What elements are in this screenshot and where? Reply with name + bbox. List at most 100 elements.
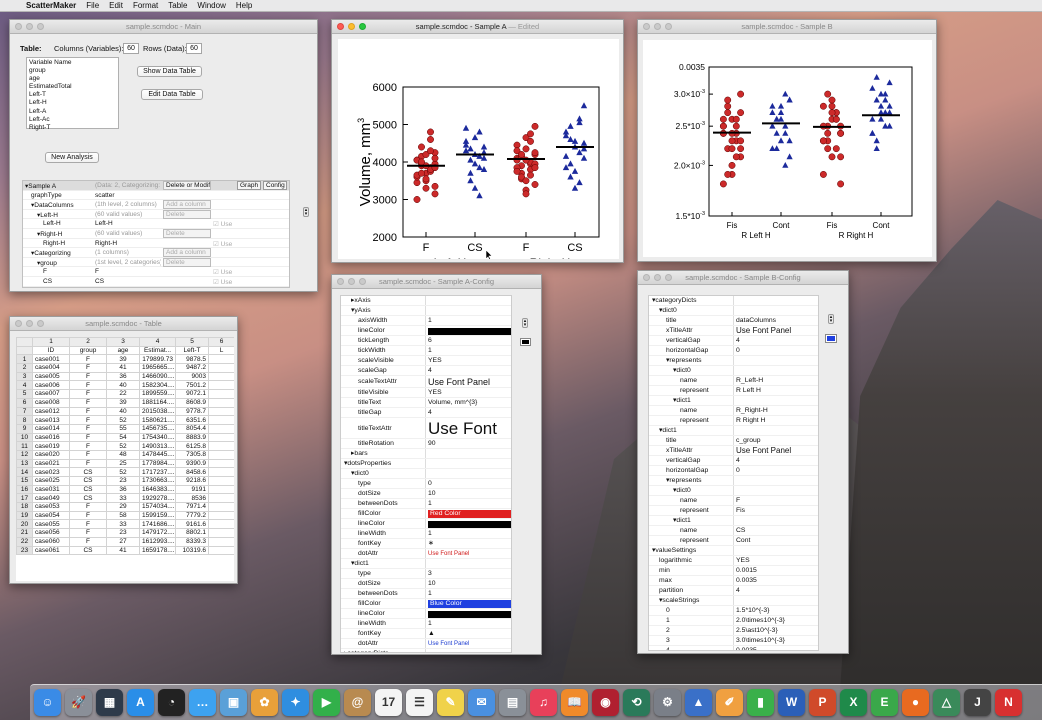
keynote-icon[interactable]: ▲ <box>685 689 712 716</box>
config-value[interactable]: Fis <box>736 506 818 516</box>
graph-button[interactable]: Graph <box>237 181 261 190</box>
excel-icon[interactable]: X <box>840 689 867 716</box>
table-cell[interactable]: 1478445.... <box>139 449 176 460</box>
table-cell[interactable] <box>208 380 234 391</box>
config-row[interactable]: name R_Left-H <box>649 376 818 386</box>
table-cell[interactable]: case053 <box>32 502 70 512</box>
zoom-button[interactable] <box>665 274 672 281</box>
column-header[interactable]: ID <box>32 345 70 356</box>
table-cell[interactable]: 1599159.... <box>139 510 176 521</box>
config-row[interactable]: lineWidth 1 <box>341 529 511 539</box>
table-cell[interactable] <box>208 502 234 512</box>
table-cell[interactable]: case001 <box>32 354 70 365</box>
preview-icon[interactable]: ▣ <box>220 689 247 716</box>
table-row[interactable]: 11 case019 F 52 1490313.... 6125.8 <box>16 441 234 451</box>
itunes-icon[interactable]: ♫ <box>530 689 557 716</box>
config-row[interactable]: ▸bars <box>341 449 511 459</box>
column-number[interactable]: 1 <box>32 337 70 347</box>
close-button[interactable] <box>643 23 650 30</box>
tree-action-button[interactable]: Add a column <box>163 200 211 210</box>
config-value[interactable]: 3.0\times10^{-3} <box>736 636 818 646</box>
tree-action-button[interactable]: Delete <box>163 209 211 219</box>
config-value[interactable]: ∗ <box>428 539 511 549</box>
zoom-button[interactable] <box>359 23 366 30</box>
config-value[interactable]: 0.0035 <box>736 576 818 586</box>
config-row[interactable]: horizontalGap 0 <box>649 466 818 476</box>
close-button[interactable] <box>15 23 22 30</box>
app-store-icon[interactable]: A <box>127 689 154 716</box>
config-value[interactable]: R Left H <box>736 386 818 396</box>
table-row[interactable]: 14 case023 CS 52 1717237.... 8458.6 <box>16 467 234 477</box>
table-cell[interactable]: 9161.6 <box>175 519 209 530</box>
table-cell[interactable]: 33 <box>106 493 140 504</box>
table-cell[interactable]: 39 <box>106 397 140 408</box>
config-value[interactable]: YES <box>428 388 511 398</box>
table-cell[interactable] <box>208 371 234 382</box>
mission-control-icon[interactable]: ▦ <box>96 689 123 716</box>
table-cell[interactable] <box>208 397 234 408</box>
table-cell[interactable] <box>208 441 234 451</box>
config-row[interactable]: horizontalGap 0 <box>649 346 818 356</box>
edit-data-table-button[interactable]: Edit Data Table <box>141 89 203 100</box>
table-cell[interactable]: 1646383.... <box>139 484 176 495</box>
table-row[interactable]: 10 case016 F 54 1754340.... 8883.9 <box>16 432 234 443</box>
config-row[interactable]: titleTextAttr Use Font <box>341 418 511 439</box>
table-cell[interactable]: case014 <box>32 423 70 434</box>
variable-list-item[interactable]: Left-H <box>29 99 116 107</box>
config-row[interactable]: ▾represents <box>649 356 818 366</box>
table-cell[interactable]: case061 <box>32 545 70 556</box>
notes-icon[interactable]: ✎ <box>437 689 464 716</box>
minimize-button[interactable] <box>26 23 33 30</box>
config-row[interactable]: type 3 <box>341 569 511 579</box>
table-cell[interactable]: 1456735.... <box>139 423 176 434</box>
new-analysis-button[interactable]: New Analysis <box>45 152 99 163</box>
table-cell[interactable]: case049 <box>32 493 70 504</box>
table-cell[interactable] <box>208 519 234 530</box>
config-row[interactable]: name R_Right-H <box>649 406 818 416</box>
tree-action-button[interactable]: Add a column <box>163 248 211 258</box>
table-cell[interactable]: 1574034.... <box>139 502 176 512</box>
tree-row[interactable]: ▾group (1st level, 2 categories) Delete <box>23 257 289 268</box>
table-row[interactable]: 15 case025 CS 23 1730663.... 9218.6 <box>16 476 234 486</box>
table-row[interactable]: 21 case056 F 23 1479172.... 8802.1 <box>16 528 234 538</box>
table-cell[interactable]: 25 <box>106 458 140 469</box>
table-cell[interactable]: 1580621.... <box>139 415 176 425</box>
config-row[interactable]: titleGap 4 <box>341 408 511 418</box>
table-row[interactable]: 5 case007 F 22 1899559.... 9072.1 <box>16 389 234 399</box>
table-cell[interactable]: F <box>69 502 107 512</box>
config-row[interactable]: dotSize 10 <box>341 579 511 589</box>
config-row[interactable]: title dataColumns <box>649 316 818 326</box>
table-cell[interactable]: 9218.6 <box>175 476 209 486</box>
color-well-black[interactable] <box>520 338 531 346</box>
table-cell[interactable]: 58 <box>106 510 140 521</box>
config-row[interactable]: lineColor <box>341 609 511 619</box>
table-cell[interactable]: case056 <box>32 528 70 538</box>
table-cell[interactable]: CS <box>69 467 107 477</box>
config-row[interactable]: verticalGap 4 <box>649 336 818 346</box>
use-checkbox[interactable]: ☑ Use <box>213 268 237 276</box>
table-cell[interactable]: F <box>69 371 107 382</box>
table-row[interactable]: 20 case055 F 33 1741686.... 9161.6 <box>16 519 234 530</box>
config-button[interactable]: Config <box>263 181 287 190</box>
table-cell[interactable]: 1965665.... <box>139 363 176 373</box>
minimize-button[interactable] <box>654 23 661 30</box>
use-checkbox[interactable]: ☑ Use <box>213 220 237 228</box>
table-cell[interactable]: case025 <box>32 476 70 486</box>
table-row[interactable]: 16 case031 CS 36 1646383.... 9191 <box>16 484 234 495</box>
table-cell[interactable]: 41 <box>106 363 140 373</box>
table-cell[interactable]: case012 <box>32 406 70 417</box>
calendar-icon[interactable]: 17 <box>375 689 402 716</box>
config-row[interactable]: betweenDots 1 <box>341 589 511 599</box>
news-icon[interactable]: N <box>995 689 1022 716</box>
table-row[interactable]: 13 case021 F 25 1778984.... 9390.9 <box>16 458 234 469</box>
scattermaker-icon[interactable]: △ <box>933 689 960 716</box>
tree-row[interactable]: Left-H Left-H ☑ Use <box>23 219 289 229</box>
launchpad-icon[interactable]: 🚀 <box>65 689 92 716</box>
table-cell[interactable]: F <box>69 406 107 417</box>
tree-action-button[interactable]: Delete or Modify <box>163 181 211 190</box>
menu-file[interactable]: File <box>86 1 99 10</box>
table-cell[interactable] <box>208 449 234 460</box>
config-row[interactable]: 4 0.0035 <box>649 646 818 650</box>
table-row[interactable]: 23 case061 CS 41 1659178.... 10319.6 <box>16 545 234 556</box>
table-cell[interactable]: 9878.5 <box>175 354 209 365</box>
